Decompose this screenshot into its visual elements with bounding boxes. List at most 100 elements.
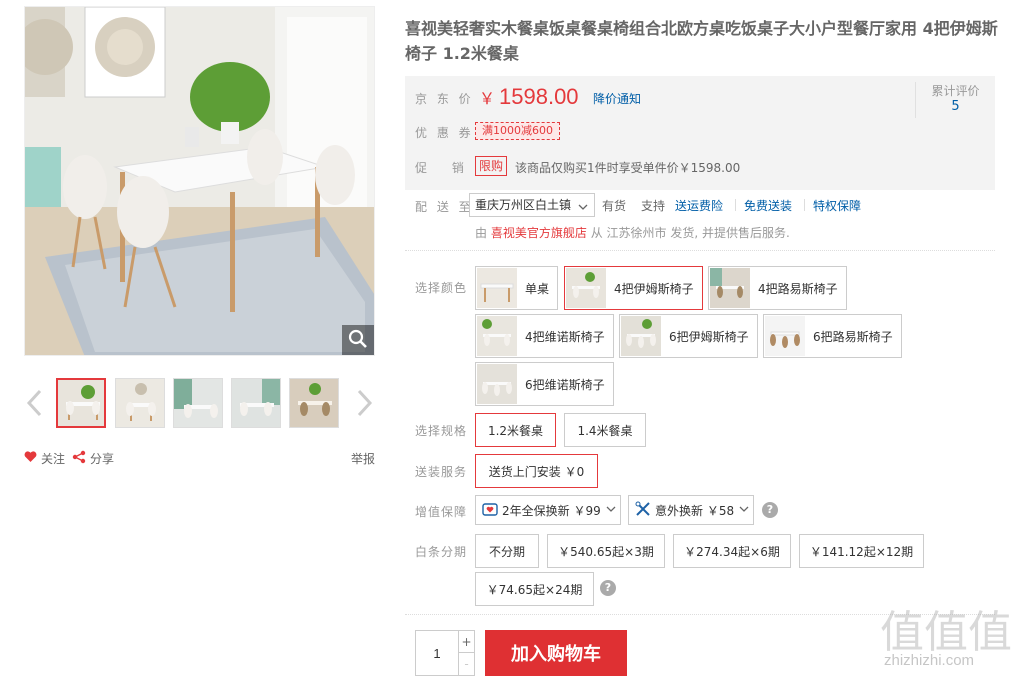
share-label: 分享 [90, 452, 115, 466]
price: ￥ 1598.00 [479, 84, 579, 110]
currency-symbol: ￥ [479, 91, 496, 108]
free-install-link[interactable]: 免费送装 [744, 197, 792, 214]
thumbnail[interactable] [115, 378, 165, 428]
report-link[interactable]: 举报 [351, 450, 375, 467]
delivery-row: 配 送 至 重庆万州区白土镇 有货 支持 送运费险 免费送装 特权保障 [405, 193, 995, 217]
ship-from-prefix: 由 [475, 226, 488, 240]
option-label: 6把路易斯椅子 [813, 329, 893, 344]
color-option[interactable]: 4把路易斯椅子 [708, 266, 847, 310]
ship-from: 由 喜视美官方旗舰店 从 江苏徐州市 发货, 并提供售后服务. [475, 224, 790, 241]
tools-icon [635, 501, 651, 520]
main-product-image[interactable] [24, 6, 375, 356]
watermark-logo: 值值值 [880, 607, 1012, 658]
option-label: 4把维诺斯椅子 [525, 329, 605, 344]
option-label: 4把路易斯椅子 [758, 281, 838, 296]
service-label: 送装服务 [415, 465, 468, 479]
shop-link[interactable]: 喜视美官方旗舰店 [491, 226, 587, 240]
color-option[interactable]: 6把伊姆斯椅子 [619, 314, 758, 358]
thumbnail[interactable] [56, 378, 106, 428]
shipping-insurance-link[interactable]: 送运费险 [675, 197, 723, 214]
color-option[interactable]: 6把路易斯椅子 [763, 314, 902, 358]
installment-option[interactable]: ￥141.12起×12期 [799, 534, 924, 568]
coupon-badge[interactable]: 满1000减600 [475, 122, 560, 140]
color-option[interactable]: 4把维诺斯椅子 [475, 314, 614, 358]
chevron-down-icon [738, 503, 750, 518]
stock-status: 有货 [602, 199, 627, 213]
promo-label: 促 销 [415, 161, 467, 175]
help-icon[interactable]: ? [762, 502, 778, 518]
promo-tag: 限购 [475, 156, 508, 176]
divider [804, 199, 805, 211]
installment-option[interactable]: ￥274.34起×6期 [673, 534, 791, 568]
search-icon [348, 329, 368, 352]
option-thumbnail [621, 316, 661, 356]
help-icon[interactable]: ? [600, 580, 616, 596]
follow-button[interactable]: 关注 [24, 450, 65, 467]
product-actions: 关注 分享 举报 [24, 450, 375, 468]
warranty-dropdown[interactable]: 2年全保换新 ￥99 [475, 495, 621, 525]
decrease-button[interactable]: - [458, 653, 474, 675]
option-label: 4把伊姆斯椅子 [614, 281, 694, 296]
add-to-cart-button[interactable]: 加入购物车 [485, 630, 627, 676]
spec-option[interactable]: 1.4米餐桌 [564, 413, 646, 447]
promo-text: 该商品仅购买1件时享受单件价￥1598.00 [515, 161, 741, 175]
color-label: 选择颜色 [415, 281, 468, 295]
spec-option-selected[interactable]: 1.2米餐桌 [475, 413, 556, 447]
chevron-left-icon[interactable] [24, 388, 46, 418]
shield-icon [482, 501, 498, 520]
quantity-stepper: + - [415, 630, 475, 676]
accident-value: 意外换新 ￥58 [655, 503, 735, 518]
delivery-label: 配 送 至 [415, 200, 474, 214]
warranty-value: 2年全保换新 ￥99 [502, 503, 601, 518]
chevron-down-icon [605, 503, 617, 518]
warranty-label: 增值保障 [415, 505, 468, 519]
installment-option[interactable]: ￥74.65起×24期 [475, 572, 594, 606]
increase-button[interactable]: + [458, 631, 474, 653]
installment-option[interactable]: ￥540.65起×3期 [547, 534, 665, 568]
installment-option[interactable]: 不分期 [475, 534, 539, 568]
privilege-link[interactable]: 特权保障 [813, 197, 861, 214]
follow-label: 关注 [41, 452, 66, 466]
option-label: 6把伊姆斯椅子 [669, 329, 749, 344]
installment-label: 白条分期 [415, 545, 468, 559]
option-thumbnail [477, 316, 517, 356]
address-value: 重庆万州区白土镇 [475, 198, 572, 212]
share-icon [72, 450, 86, 467]
spec-label: 选择规格 [415, 424, 468, 438]
share-button[interactable]: 分享 [72, 450, 114, 467]
watermark-url: zhizhizhi.com [884, 652, 975, 669]
support-label: 支持 [641, 199, 666, 213]
address-select[interactable]: 重庆万州区白土镇 [469, 193, 595, 217]
option-thumbnail [566, 268, 606, 308]
zoom-button[interactable] [342, 325, 374, 355]
thumbnail[interactable] [289, 378, 339, 428]
thumbnail-strip [24, 376, 375, 432]
option-thumbnail [765, 316, 805, 356]
thumbnail[interactable] [173, 378, 223, 428]
price-notify-link[interactable]: 降价通知 [593, 90, 641, 107]
chevron-down-icon [577, 198, 589, 220]
review-label: 累计评价 [931, 84, 980, 98]
price-label: 京 东 价 [415, 92, 474, 106]
product-title: 喜视美轻奢实木餐桌饭桌餐桌椅组合北欧方桌吃饭桌子大小户型餐厅家用 4把伊姆斯椅子… [405, 19, 998, 63]
heart-icon [24, 451, 37, 466]
option-label: 单桌 [525, 281, 550, 296]
option-thumbnail [477, 268, 517, 308]
quantity-input[interactable] [416, 631, 458, 675]
service-option-selected[interactable]: 送货上门安装 ￥0 [475, 454, 598, 488]
coupon-label: 优 惠 券 [415, 126, 474, 140]
color-option[interactable]: 单桌 [475, 266, 559, 310]
report-label: 举报 [350, 452, 375, 466]
accident-dropdown[interactable]: 意外换新 ￥58 [628, 495, 754, 525]
watermark: 值值值 zhizhizhi.com [880, 596, 1025, 676]
chevron-right-icon[interactable] [353, 388, 375, 418]
price-value: 1598.00 [499, 84, 579, 109]
option-label: 6把维诺斯椅子 [525, 377, 605, 392]
review-number: 5 [951, 99, 960, 114]
option-thumbnail [477, 364, 517, 404]
thumbnail[interactable] [231, 378, 281, 428]
color-option-selected[interactable]: 4把伊姆斯椅子 [564, 266, 703, 310]
divider [405, 250, 995, 251]
color-option[interactable]: 6把维诺斯椅子 [475, 362, 614, 406]
review-count[interactable]: 累计评价 5 [915, 82, 995, 118]
